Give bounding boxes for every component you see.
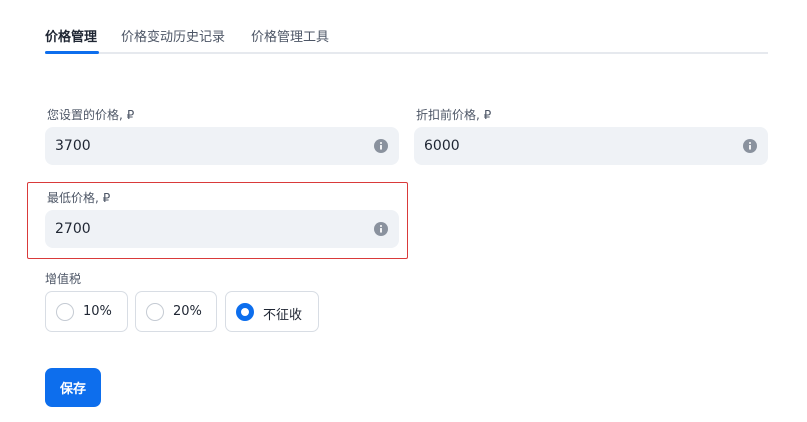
active-tab-indicator: [45, 51, 99, 54]
min-price-input[interactable]: [55, 210, 359, 248]
radio-checked-icon: [236, 303, 254, 321]
vat-option-label: 不征收: [263, 308, 303, 323]
radio-unchecked-icon: [56, 303, 74, 321]
info-icon[interactable]: [374, 222, 388, 236]
vat-option-20[interactable]: 20%: [135, 291, 217, 332]
tab-price-tools[interactable]: 价格管理工具: [251, 26, 329, 45]
radio-unchecked-icon: [146, 303, 164, 321]
min-price-field: [45, 210, 399, 248]
save-button[interactable]: 保存: [45, 368, 101, 407]
vat-option-exempt[interactable]: 不征收: [225, 291, 319, 332]
vat-option-label: 10%: [83, 304, 112, 319]
vat-label: 增值税: [45, 272, 82, 286]
price-before-discount-field: [414, 127, 768, 165]
your-price-input[interactable]: [55, 127, 359, 165]
your-price-label: 您设置的价格, ₽: [47, 108, 135, 122]
vat-option-label: 20%: [173, 304, 202, 319]
info-icon[interactable]: [374, 139, 388, 153]
info-icon[interactable]: [743, 139, 757, 153]
tab-price-history[interactable]: 价格变动历史记录: [121, 26, 225, 45]
price-before-discount-label: 折扣前价格, ₽: [416, 108, 492, 122]
price-before-discount-input[interactable]: [424, 127, 728, 165]
tab-price-management[interactable]: 价格管理: [45, 26, 97, 45]
vat-option-10[interactable]: 10%: [45, 291, 128, 332]
min-price-label: 最低价格, ₽: [47, 191, 111, 205]
your-price-field: [45, 127, 399, 165]
